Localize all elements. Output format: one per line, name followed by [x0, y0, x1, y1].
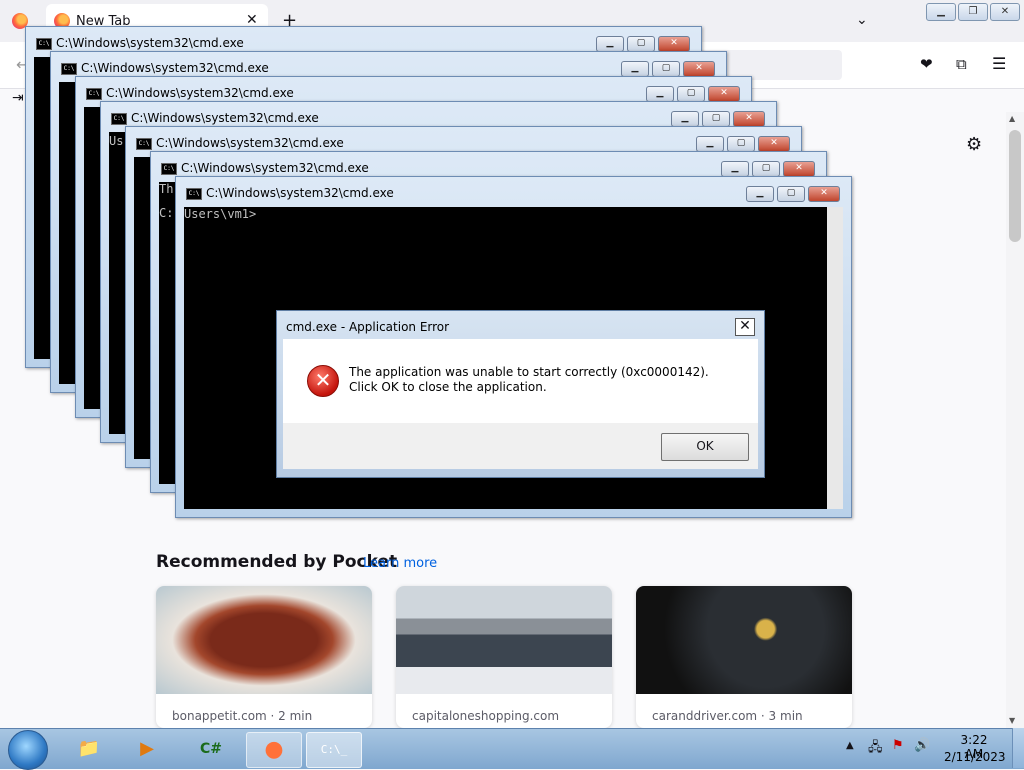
tray-expand-icon[interactable]: ▲ [846, 740, 854, 751]
cmd-window-title: C:\Windows\system32\cmd.exe [106, 86, 294, 100]
cmd-scrollbar[interactable] [827, 207, 843, 509]
pocket-card[interactable]: caranddriver.com · 3 min [636, 586, 852, 728]
browser-maximize-button[interactable]: ❐ [958, 3, 988, 21]
show-desktop-button[interactable] [1012, 728, 1024, 768]
engine-image [636, 586, 852, 694]
dialog-close-button[interactable]: ✕ [735, 318, 755, 336]
pocket-icon[interactable]: ❤ [920, 55, 933, 73]
cmd-close-button[interactable]: ✕ [683, 61, 715, 77]
cmd-close-button[interactable]: ✕ [808, 186, 840, 202]
page-scrollbar-thumb[interactable] [1009, 130, 1021, 242]
action-center-flag-icon[interactable]: ⚑ [892, 738, 904, 753]
cmd-minimize-button[interactable]: ▁ [721, 161, 749, 177]
cmd-close-button[interactable]: ✕ [783, 161, 815, 177]
network-icon[interactable]: 🖧 [868, 738, 883, 760]
cmd-window-title: C:\Windows\system32\cmd.exe [206, 186, 394, 200]
card-source: caranddriver.com · 3 min [652, 709, 803, 723]
hamburger-menu-icon[interactable]: ☰ [992, 54, 1006, 73]
card-source: capitaloneshopping.com [412, 709, 560, 723]
dialog-title: cmd.exe - Application Error [286, 320, 450, 334]
learn-more-link[interactable]: Learn more [363, 556, 437, 571]
cmd-maximize-button[interactable]: ▢ [777, 186, 805, 202]
cmd-window-title: C:\Windows\system32\cmd.exe [56, 36, 244, 50]
cmd-maximize-button[interactable]: ▢ [627, 36, 655, 52]
cmd-close-button[interactable]: ✕ [758, 136, 790, 152]
delivery-van-image [396, 586, 612, 694]
cmd-icon: C:\ [36, 38, 52, 50]
pocket-heading: Recommended by Pocket [156, 552, 398, 572]
dialog-content: ✕ The application was unable to start co… [283, 339, 758, 423]
clock-date[interactable]: 2/11/2023 [944, 750, 1006, 764]
cmd-minimize-button[interactable]: ▁ [621, 61, 649, 77]
cmd-icon: C:\ [161, 163, 177, 175]
cmd-maximize-button[interactable]: ▢ [702, 111, 730, 127]
extensions-icon[interactable]: ⧉ [956, 55, 967, 73]
cmd-minimize-button[interactable]: ▁ [696, 136, 724, 152]
cmd-maximize-button[interactable]: ▢ [652, 61, 680, 77]
pocket-card[interactable]: bonappetit.com · 2 min [156, 586, 372, 728]
cmd-maximize-button[interactable]: ▢ [677, 86, 705, 102]
dialog-footer: OK [283, 423, 758, 469]
scroll-down-arrow-icon[interactable]: ▼ [1009, 716, 1015, 725]
pocket-card[interactable]: capitaloneshopping.com [396, 586, 612, 728]
terminal-text: C: [159, 206, 174, 220]
cmd-icon: C:\ [61, 63, 77, 75]
cmd-icon: C:\ [86, 88, 102, 100]
error-icon: ✕ [307, 365, 339, 397]
cmd-minimize-button[interactable]: ▁ [671, 111, 699, 127]
start-button[interactable] [8, 730, 48, 770]
cmd-window-title: C:\Windows\system32\cmd.exe [131, 111, 319, 125]
volume-icon[interactable]: 🔊 [914, 738, 930, 753]
scroll-up-arrow-icon[interactable]: ▲ [1009, 114, 1015, 123]
dialog-message: The application was unable to start corr… [349, 365, 709, 394]
cmd-window-title: C:\Windows\system32\cmd.exe [81, 61, 269, 75]
cmd-close-button[interactable]: ✕ [733, 111, 765, 127]
steak-image [156, 586, 372, 694]
terminal-text: Th [159, 182, 174, 196]
browser-minimize-button[interactable]: ▁ [926, 3, 956, 21]
ok-button[interactable]: OK [661, 433, 749, 461]
cmd-maximize-button[interactable]: ▢ [752, 161, 780, 177]
tab-list-chevron-icon[interactable]: ⌄ [856, 12, 868, 28]
cmd-close-button[interactable]: ✕ [658, 36, 690, 52]
cmd-minimize-button[interactable]: ▁ [646, 86, 674, 102]
cmd-maximize-button[interactable]: ▢ [727, 136, 755, 152]
cmd-minimize-button[interactable]: ▁ [596, 36, 624, 52]
csharp-taskbar-icon[interactable]: C# [184, 732, 238, 766]
application-error-dialog[interactable]: cmd.exe - Application Error ✕ ✕ The appl… [276, 310, 765, 478]
browser-close-button[interactable]: ✕ [990, 3, 1020, 21]
cmd-icon: C:\ [186, 188, 202, 200]
media-player-taskbar-icon[interactable]: ▶ [120, 732, 174, 766]
cmd-icon: C:\ [136, 138, 152, 150]
card-source: bonappetit.com · 2 min [172, 709, 313, 723]
terminal-prompt: Users\vm1> [184, 207, 257, 221]
cmd-minimize-button[interactable]: ▁ [746, 186, 774, 202]
cmd-window-title: C:\Windows\system32\cmd.exe [181, 161, 369, 175]
cmd-icon: C:\ [111, 113, 127, 125]
explorer-taskbar-icon[interactable]: 📁 [62, 732, 116, 766]
sign-in-icon[interactable]: ⇥ [12, 90, 24, 106]
settings-gear-icon[interactable]: ⚙ [966, 134, 982, 155]
cmd-taskbar-icon[interactable]: C:\_ [306, 732, 362, 768]
firefox-taskbar-icon[interactable]: ● [246, 732, 302, 768]
cmd-window-title: C:\Windows\system32\cmd.exe [156, 136, 344, 150]
cmd-close-button[interactable]: ✕ [708, 86, 740, 102]
terminal-text: Us [109, 134, 124, 148]
